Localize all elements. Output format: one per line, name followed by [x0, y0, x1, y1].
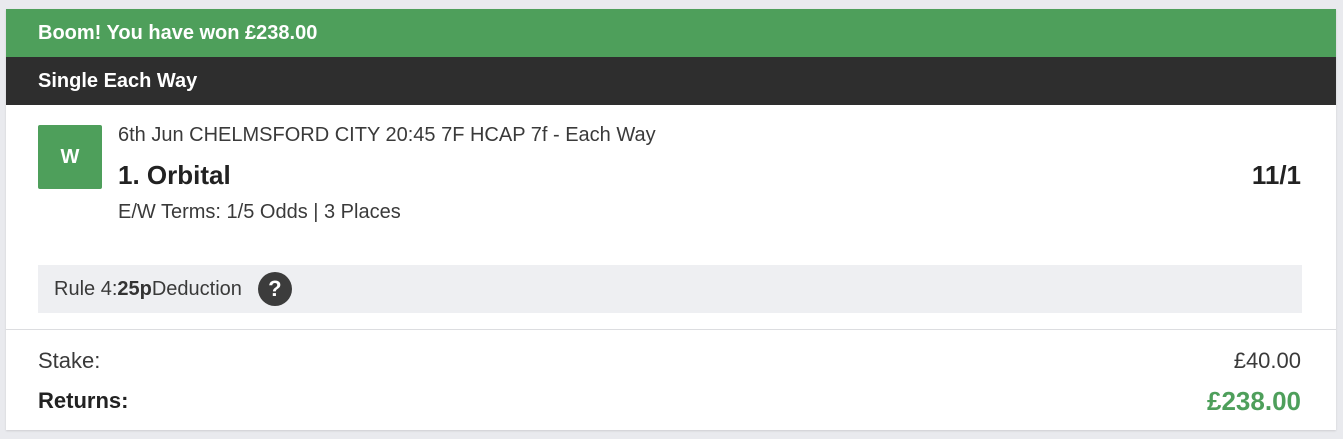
rule4-deduction-bar: Rule 4: 25p Deduction ? — [38, 265, 1302, 313]
event-description: 6th Jun CHELMSFORD CITY 20:45 7F HCAP 7f… — [118, 124, 656, 146]
returns-label: Returns: — [38, 388, 129, 413]
bet-type-label: Single Each Way — [38, 69, 198, 92]
win-result-badge: W — [38, 125, 102, 189]
bet-type-header: Single Each Way — [6, 57, 1336, 105]
rule4-amount: 25p — [117, 277, 152, 300]
each-way-terms: E/W Terms: 1/5 Odds | 3 Places — [118, 201, 401, 223]
help-icon[interactable]: ? — [257, 272, 292, 306]
selection-row: W 6th Jun CHELMSFORD CITY 20:45 7F HCAP … — [6, 105, 1336, 330]
win-banner: Boom! You have won £238.00 — [6, 9, 1336, 57]
odds-value: 11/1 — [1251, 160, 1301, 190]
bet-receipt-card: Boom! You have won £238.00 Single Each W… — [6, 9, 1336, 430]
win-message: Boom! You have won £238.00 — [38, 21, 318, 44]
stake-label: Stake: — [38, 348, 101, 373]
rule4-suffix: Deduction — [151, 277, 242, 300]
bet-totals: Stake: £40.00 Returns: £238.00 — [6, 330, 1336, 430]
stake-value: £40.00 — [1233, 348, 1301, 373]
returns-value: £238.00 — [1207, 386, 1301, 416]
rule4-prefix: Rule 4: — [54, 277, 118, 300]
runner-name: 1. Orbital — [118, 160, 231, 190]
